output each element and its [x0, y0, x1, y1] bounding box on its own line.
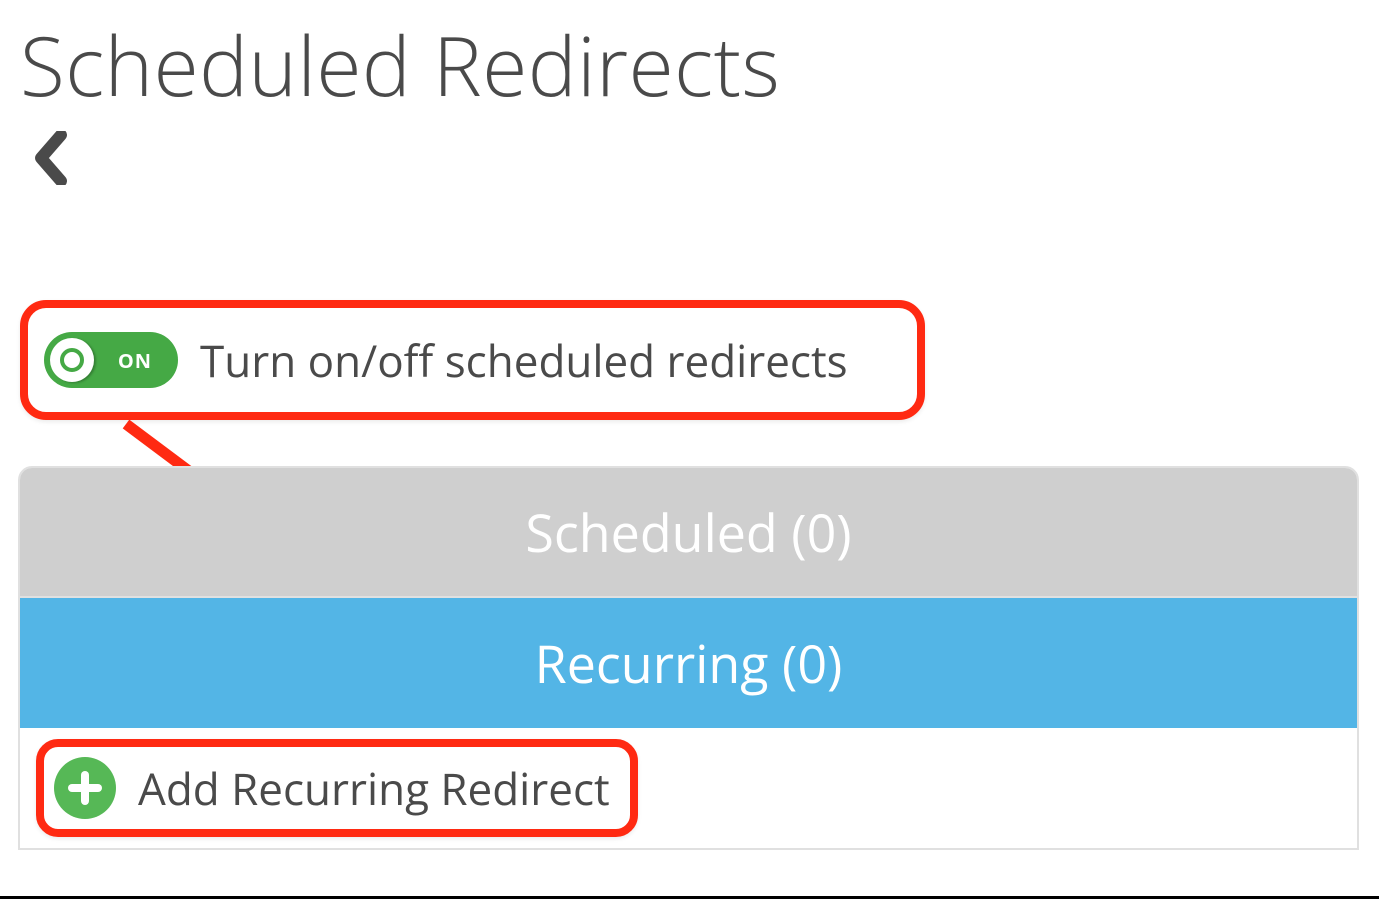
add-recurring-redirect-button[interactable]: Add Recurring Redirect	[36, 739, 638, 837]
tab-recurring-label: Recurring	[535, 628, 769, 699]
tab-scheduled-count: (0)	[791, 497, 851, 568]
toggle-knob	[50, 338, 94, 382]
toggle-callout: ON Turn on/off scheduled redirects	[20, 300, 925, 420]
add-row: Add Recurring Redirect	[20, 728, 1357, 848]
tabs-container: Scheduled (0) Recurring (0) Add Recurrin…	[18, 466, 1359, 850]
add-button-label: Add Recurring Redirect	[138, 758, 610, 818]
toggle-state-label: ON	[118, 347, 152, 374]
tab-recurring-count: (0)	[782, 628, 842, 699]
toggle-description: Turn on/off scheduled redirects	[200, 330, 848, 390]
tab-recurring[interactable]: Recurring (0)	[20, 598, 1357, 728]
bottom-divider	[0, 896, 1379, 899]
back-button[interactable]	[20, 128, 80, 188]
tab-scheduled-label: Scheduled	[525, 497, 777, 568]
page-title: Scheduled Redirects	[20, 20, 1359, 110]
scheduled-redirects-toggle[interactable]: ON	[44, 332, 178, 388]
tab-scheduled[interactable]: Scheduled (0)	[20, 468, 1357, 598]
plus-circle-icon	[54, 757, 116, 819]
chevron-left-icon	[33, 131, 67, 185]
